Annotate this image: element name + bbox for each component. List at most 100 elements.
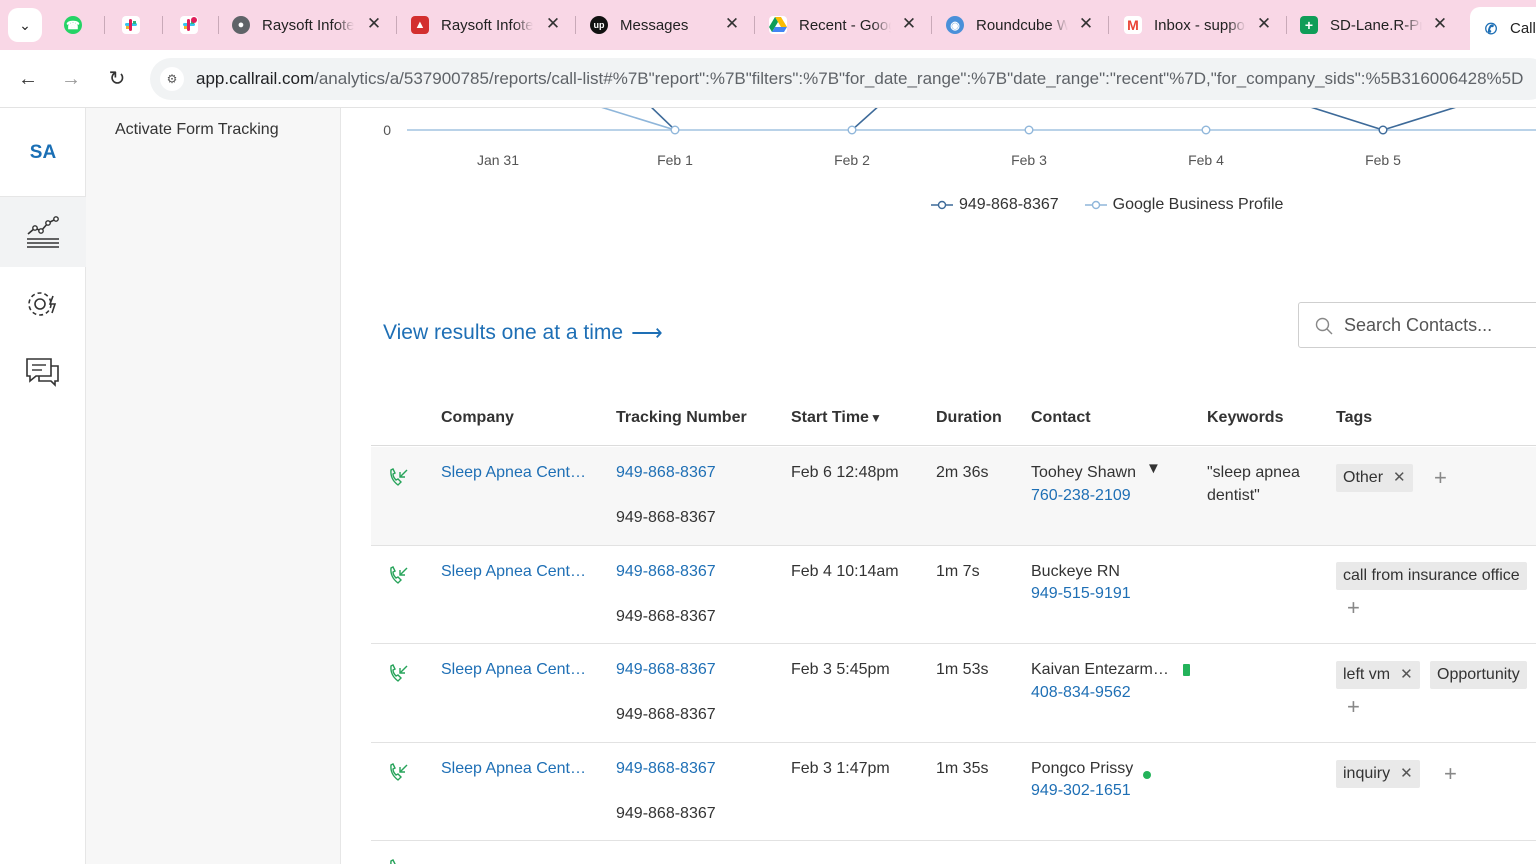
tracking-number-link[interactable]: 949-868-8367 xyxy=(616,760,716,778)
column-header-tracking-number[interactable]: Tracking Number xyxy=(616,409,747,427)
rail-item-analytics[interactable] xyxy=(0,197,86,267)
tab-slack-2[interactable] xyxy=(180,7,204,43)
close-icon[interactable]: ✕ xyxy=(722,14,742,34)
url-text[interactable]: app.callrail.com/analytics/a/537900785/r… xyxy=(196,69,1523,89)
company-link[interactable]: Sleep Apnea Cent… xyxy=(441,661,586,679)
table-row[interactable]: Sleep Apnea Cent… 949-868-8367 949-868-8… xyxy=(371,546,1536,644)
column-header-keywords[interactable]: Keywords xyxy=(1207,409,1283,427)
rail-item-settings[interactable] xyxy=(0,269,86,339)
phone-icon: ✆ xyxy=(1482,19,1500,38)
browser-tab-bar: ⌄ ☎ ● Raysoft Infotech ✕ ▲ Raysoft Infot… xyxy=(0,0,1536,50)
contact-phone-link[interactable]: 408-834-9562 xyxy=(1031,684,1131,702)
start-time: Feb 6 12:48pm xyxy=(791,464,899,481)
tab-callrail-active[interactable]: ✆ Call xyxy=(1470,7,1536,50)
close-icon[interactable]: ✕ xyxy=(364,14,384,34)
arrow-right-icon: ⟶ xyxy=(631,320,663,345)
table-row[interactable]: Sleep Apnea Cent… 949-868-8367 949-868-8… xyxy=(371,644,1536,743)
forward-arrow-icon[interactable]: → xyxy=(58,66,84,92)
close-icon[interactable]: ✕ xyxy=(543,14,563,34)
reports-subnav: Activate Form Tracking xyxy=(86,108,341,864)
company-link[interactable]: Sleep Apnea Cent… xyxy=(441,464,586,482)
tab-search-chevron-icon[interactable]: ⌄ xyxy=(8,8,42,42)
tab-google-sheets[interactable]: + SD-Lane.R-Pro ✕ xyxy=(1300,7,1450,43)
contact-name[interactable]: Pongco Prissy xyxy=(1031,760,1133,778)
tracking-number-source: 949-868-8367 xyxy=(616,706,716,723)
upwork-icon: up xyxy=(590,16,608,34)
thumbs-down-icon: ▼ xyxy=(1146,460,1161,477)
duration: 1m 7s xyxy=(936,563,980,580)
remove-tag-icon[interactable]: ✕ xyxy=(1400,760,1413,788)
company-link[interactable]: Sleep Apnea Cent… xyxy=(441,563,586,581)
tab-gmail[interactable]: M Inbox - support ✕ xyxy=(1124,7,1274,43)
activate-form-tracking-link[interactable]: Activate Form Tracking xyxy=(115,121,279,139)
search-contacts-box xyxy=(1298,302,1536,348)
add-tag-icon[interactable]: + xyxy=(1347,696,1360,718)
rail-item-conversations[interactable] xyxy=(0,337,86,407)
reload-icon[interactable]: ↻ xyxy=(104,66,130,92)
tab-title: SD-Lane.R-Pro xyxy=(1330,16,1422,34)
tab-title: Raysoft Infotech xyxy=(441,16,533,34)
column-header-tags[interactable]: Tags xyxy=(1336,409,1372,427)
site-info-icon[interactable]: ⚙ xyxy=(160,67,184,91)
tracking-number-link[interactable]: 949-868-8367 xyxy=(616,464,716,482)
view-results-one-at-a-time-link[interactable]: View results one at a time ⟶ xyxy=(383,320,663,346)
tracking-number-link[interactable]: 949-868-8367 xyxy=(616,563,716,581)
contact-phone-link[interactable]: 760-238-2109 xyxy=(1031,487,1131,505)
tab-messages[interactable]: up Messages ✕ xyxy=(590,7,742,43)
tab-title: Messages xyxy=(620,16,689,34)
close-icon[interactable]: ✕ xyxy=(1254,14,1274,34)
table-row[interactable]: Sleep Apnea Cent… 949-868-8367 949-868-8… xyxy=(371,447,1536,546)
table-row[interactable] xyxy=(371,841,1536,864)
tab-raysoft-1[interactable]: ● Raysoft Infotech ✕ xyxy=(232,7,384,43)
add-tag-icon[interactable]: + xyxy=(1434,467,1447,489)
tab-google-drive[interactable]: Recent - Google Drive ✕ xyxy=(769,7,919,43)
tab-roundcube[interactable]: ◉ Roundcube Webmail ✕ xyxy=(946,7,1096,43)
legend-item-tracking-number[interactable]: 949-868-8367 xyxy=(931,196,1059,214)
duration: 1m 35s xyxy=(936,760,989,777)
remove-tag-icon[interactable]: ✕ xyxy=(1400,661,1413,689)
remove-tag-icon[interactable]: ✕ xyxy=(1393,464,1406,492)
data-point xyxy=(1378,125,1388,135)
tracking-number-link[interactable]: 949-868-8367 xyxy=(616,661,716,679)
calls-chart: 0 Jan 31 Feb 1 Feb 2 Feb 3 Feb 4 Feb 5 949-868… xyxy=(341,108,1536,228)
contact-name[interactable]: Kaivan Entezarm… xyxy=(1031,661,1169,679)
column-header-duration[interactable]: Duration xyxy=(936,409,1002,427)
contact-phone-link[interactable]: 949-302-1651 xyxy=(1031,782,1131,800)
series-line-segment xyxy=(1382,108,1456,131)
series-line-segment xyxy=(601,108,676,131)
add-tag-icon[interactable]: + xyxy=(1444,763,1457,785)
close-icon[interactable]: ✕ xyxy=(1430,14,1450,34)
company-link[interactable]: Sleep Apnea Cent… xyxy=(441,760,586,778)
tab-title: Recent - Google Drive xyxy=(799,16,891,34)
tab-whatsapp[interactable]: ☎ xyxy=(64,7,88,43)
voicemail-icon xyxy=(1183,664,1190,676)
tag-chip: Other ✕ xyxy=(1336,464,1413,492)
tag-chip: left vm ✕ xyxy=(1336,661,1420,689)
search-icon xyxy=(1315,317,1333,335)
contact-name[interactable]: Buckeye RN xyxy=(1031,563,1120,581)
table-row[interactable]: Sleep Apnea Cent… 949-868-8367 949-868-8… xyxy=(371,743,1536,841)
url-field[interactable]: ⚙ app.callrail.com/analytics/a/537900785… xyxy=(150,58,1536,100)
search-contacts-input[interactable] xyxy=(1344,303,1536,347)
legend-item-google-business-profile[interactable]: Google Business Profile xyxy=(1084,196,1283,214)
column-header-company[interactable]: Company xyxy=(441,409,514,427)
sort-descending-icon: ▼ xyxy=(869,411,882,425)
contact-name[interactable]: Toohey Shawn xyxy=(1031,464,1136,482)
tab-slack-1[interactable] xyxy=(122,7,146,43)
close-icon[interactable]: ✕ xyxy=(1076,14,1096,34)
tag-chip: inquiry ✕ xyxy=(1336,760,1420,788)
account-logo[interactable]: SA xyxy=(0,142,86,164)
column-header-start-time[interactable]: Start Time▼ xyxy=(791,409,882,427)
inbound-call-icon xyxy=(390,859,396,864)
close-icon[interactable]: ✕ xyxy=(899,14,919,34)
column-header-contact[interactable]: Contact xyxy=(1031,409,1091,427)
inbound-call-icon xyxy=(390,664,408,682)
whatsapp-icon: ☎ xyxy=(64,16,82,34)
contact-phone-link[interactable]: 949-515-9191 xyxy=(1031,585,1131,603)
tab-separator xyxy=(1286,16,1287,34)
add-tag-icon[interactable]: + xyxy=(1347,597,1360,619)
tab-raysoft-2[interactable]: ▲ Raysoft Infotech ✕ xyxy=(411,7,563,43)
google-drive-icon xyxy=(769,16,787,34)
back-arrow-icon[interactable]: ← xyxy=(15,66,41,92)
tab-separator xyxy=(396,16,397,34)
